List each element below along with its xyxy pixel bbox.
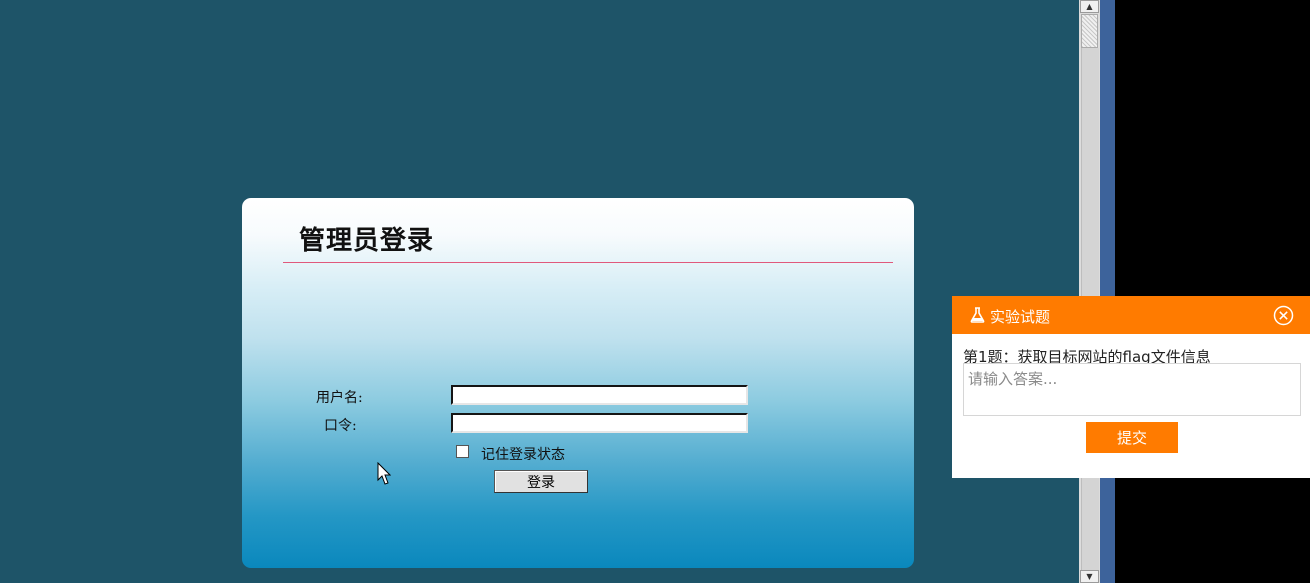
login-title: 管理员登录 [299,226,435,256]
experiment-panel-title: 实验试题 [990,308,1051,326]
password-label: 口令: [324,418,357,434]
submit-button[interactable]: 提交 [1086,422,1178,453]
flask-icon [970,307,985,323]
title-divider [283,262,893,263]
scroll-thumb[interactable] [1081,14,1098,48]
remember-label: 记住登录状态 [481,447,565,463]
password-input[interactable] [451,413,748,433]
remember-checkbox[interactable] [456,445,469,458]
desktop-background: 管理员登录 用户名: 口令: 记住登录状态 登录 [0,0,1079,583]
answer-input[interactable] [963,363,1301,416]
arrow-down-icon[interactable]: ▼ [1080,570,1099,583]
experiment-panel: 实验试题 第1题：获取目标网站的flag文件信息 提交 [952,296,1310,478]
window-edge [1100,0,1115,583]
vertical-scrollbar[interactable]: ▲ ▼ [1079,0,1100,583]
close-circle-icon[interactable] [1273,305,1294,326]
username-input[interactable] [451,385,748,405]
arrow-up-icon[interactable]: ▲ [1080,0,1099,13]
mouse-cursor-icon [377,462,391,485]
username-label: 用户名: [316,390,363,406]
admin-login-card: 管理员登录 用户名: 口令: 记住登录状态 登录 [242,198,914,568]
experiment-panel-header: 实验试题 [952,296,1310,334]
login-button[interactable]: 登录 [494,470,588,493]
